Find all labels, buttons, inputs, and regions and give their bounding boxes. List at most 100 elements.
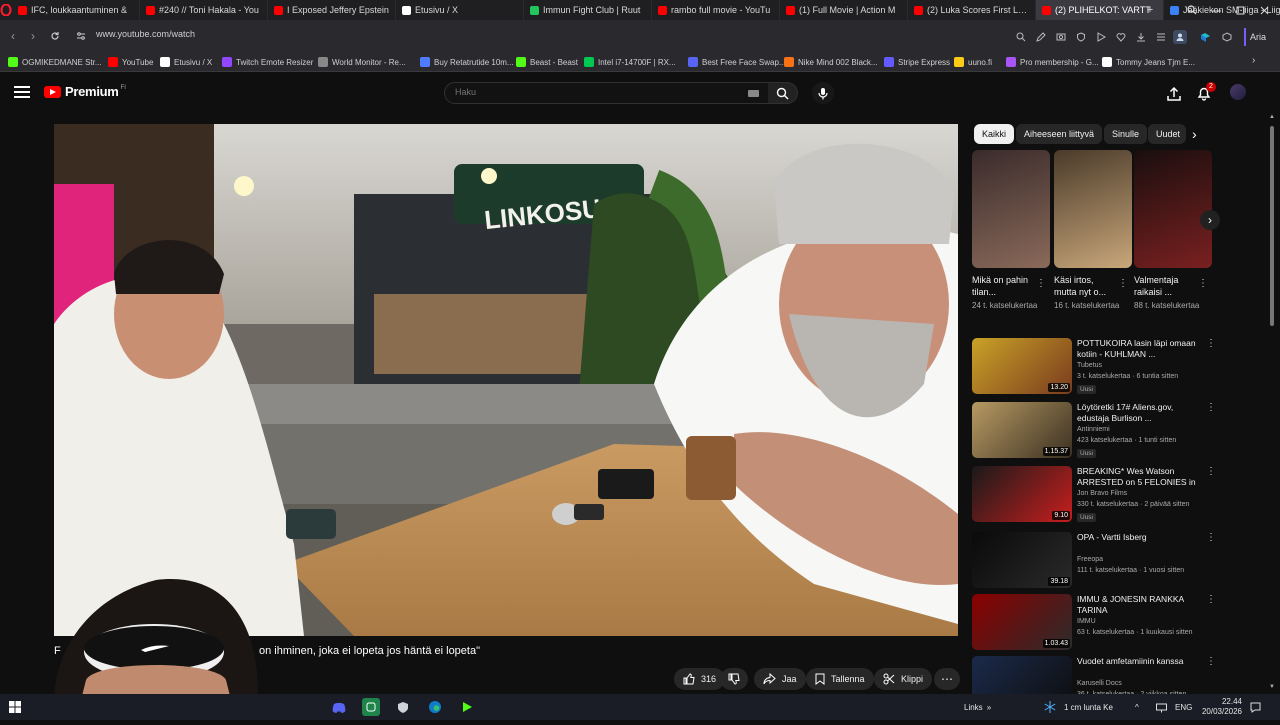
video-thumbnail[interactable]: 1.03.43 (972, 594, 1072, 650)
browser-tab[interactable]: (2) Luka Scores First Lake (908, 0, 1036, 20)
tray-overflow-icon[interactable]: ^ (1135, 694, 1139, 720)
bookmark-item[interactable]: Best Free Face Swap... (688, 55, 786, 69)
forward-button[interactable]: › (22, 25, 44, 47)
minimize-button[interactable] (1204, 0, 1228, 20)
short-title[interactable]: Käsi irtos, mutta nyt o... (1054, 274, 1116, 298)
bookmark-item[interactable]: World Monitor - Re... (318, 55, 406, 69)
bookmark-item[interactable]: Nike Mind 002 Black... (784, 55, 878, 69)
scroll-down-icon[interactable]: ▼ (1269, 684, 1275, 690)
scroll-up-icon[interactable]: ▲ (1269, 114, 1275, 120)
search-button[interactable] (768, 82, 798, 104)
video-more-icon[interactable]: ⋮ (1206, 466, 1216, 477)
filter-chip[interactable]: Aiheeseen liittyvä (1016, 124, 1103, 144)
tab-search-icon[interactable] (1180, 0, 1204, 20)
short-thumbnail[interactable] (972, 150, 1050, 268)
video-title[interactable]: POTTUKOIRA lasin läpi omaan kotiin - KUH… (1077, 338, 1199, 360)
bookmark-item[interactable]: Tommy Jeans Tjm E... (1102, 55, 1195, 69)
url-field[interactable]: www.youtube.com/watch (96, 29, 195, 39)
bookmark-item[interactable]: YouTube (108, 55, 153, 69)
account-avatar[interactable] (1230, 84, 1246, 100)
short-title[interactable]: Valmentaja raikaisi ... (1134, 274, 1196, 298)
windows-start-icon[interactable] (6, 698, 24, 716)
bookmark-item[interactable]: Buy Retatrutide 10m... (420, 55, 514, 69)
video-title[interactable]: OPA - Vartti Isberg (1077, 532, 1199, 543)
channel-name[interactable]: Karuselli Docs (1077, 680, 1122, 687)
dislike-button[interactable] (720, 668, 748, 690)
video-thumbnail[interactable]: 13.20 (972, 338, 1072, 394)
short-card[interactable]: Mikä on pahin tilan... 24 t. katselukerta… (972, 150, 1050, 311)
voice-search-button[interactable] (812, 82, 834, 104)
upload-icon[interactable] (1166, 86, 1182, 102)
hamburger-menu-icon[interactable] (14, 86, 30, 100)
bookmark-item[interactable]: Etusivu / X (160, 55, 212, 69)
back-button[interactable]: ‹ (2, 25, 24, 47)
short-more-icon[interactable]: ⋮ (1198, 278, 1208, 289)
page-scrollbar[interactable] (1268, 114, 1276, 694)
filter-chip[interactable]: Sinulle (1104, 124, 1148, 144)
scrollbar-thumb[interactable] (1270, 126, 1274, 326)
filter-chip[interactable]: Kaikki (974, 124, 1015, 144)
clip-button[interactable]: Klippi (874, 668, 933, 690)
bookmark-item[interactable]: Intel i7-14700F | RX... (584, 55, 676, 69)
recommended-video[interactable]: 1.15.37 Löytöretki 17# Aliens.gov, edusta… (972, 402, 1216, 460)
save-button[interactable]: Tallenna (806, 668, 874, 690)
weather-widget[interactable]: 1 cm lunta Ke (1044, 694, 1113, 720)
recommended-video[interactable]: 9.10 BREAKING* Wes Watson ARRESTED on 5 F… (972, 466, 1216, 524)
new-tab-button[interactable]: + (1138, 0, 1162, 20)
profile-icon[interactable] (1173, 30, 1187, 44)
browser-tab[interactable]: rambo full movie - YouTu (652, 0, 780, 20)
recommended-video[interactable]: 39.18 OPA - Vartti Isberg Freeopa 111 t. ka… (972, 532, 1216, 590)
edge-browser-icon[interactable] (426, 698, 444, 716)
search-input[interactable] (455, 87, 735, 97)
short-more-icon[interactable]: ⋮ (1118, 278, 1128, 289)
bookmark-item[interactable]: Stripe Express (884, 55, 950, 69)
video-title[interactable]: IMMU & JONESIN RANKKA TARINA (1077, 594, 1199, 616)
shield-icon[interactable] (1074, 30, 1088, 44)
like-button[interactable]: 316 (674, 668, 726, 690)
edit-icon[interactable] (1034, 30, 1048, 44)
browser-tab[interactable]: Etusivu / X (396, 0, 524, 20)
bookmark-item[interactable]: Pro membership - G... (1006, 55, 1099, 69)
shorts-next-button[interactable]: › (1200, 210, 1220, 230)
video-thumbnail[interactable]: 9.10 (972, 466, 1072, 522)
bookmark-item[interactable]: uuno.fi (954, 55, 992, 69)
short-thumbnail[interactable] (1054, 150, 1132, 268)
browser-tab[interactable]: (1) Full Movie | Action M (780, 0, 908, 20)
heart-icon[interactable] (1114, 30, 1128, 44)
short-thumbnail[interactable] (1134, 150, 1212, 268)
channel-name[interactable]: Antinniemi (1077, 426, 1110, 433)
browser-tab[interactable]: Immun Fight Club | Ruut (524, 0, 652, 20)
video-more-icon[interactable]: ⋮ (1206, 656, 1216, 667)
short-card[interactable]: Käsi irtos, mutta nyt o... 16 t. katseluk… (1054, 150, 1132, 311)
channel-name[interactable]: Freeopa (1077, 556, 1103, 563)
twitch-tools-icon[interactable] (1198, 30, 1212, 44)
filter-chip[interactable]: Uudet (1148, 124, 1186, 144)
keyboard-icon[interactable] (748, 90, 759, 97)
maximize-button[interactable] (1228, 0, 1252, 20)
streaming-app-icon[interactable] (458, 698, 476, 716)
notification-center-icon[interactable] (1250, 694, 1261, 720)
recommended-video[interactable]: 1.03.43 IMMU & JONESIN RANKKA TARINA IMMU 6… (972, 594, 1216, 652)
recommended-video[interactable]: 13.20 POTTUKOIRA lasin läpi omaan kotiin … (972, 338, 1216, 396)
browser-tab[interactable]: I Exposed Jeffery Epstein (268, 0, 396, 20)
video-title[interactable]: Vuodet amfetamiinin kanssa (1077, 656, 1199, 667)
bookmark-item[interactable]: Twitch Emote Resizer (222, 55, 313, 69)
extensions-icon[interactable] (1220, 30, 1234, 44)
close-window-button[interactable] (1252, 0, 1276, 20)
video-thumbnail[interactable]: 39.18 (972, 532, 1072, 588)
youtube-premium-logo[interactable]: Premium FI (44, 84, 126, 99)
chips-next-icon[interactable]: › (1192, 126, 1197, 142)
video-more-icon[interactable]: ⋮ (1206, 532, 1216, 543)
browser-tab[interactable]: IFC, loukkaantuminen & (12, 0, 140, 20)
play-icon[interactable] (1094, 30, 1108, 44)
short-card[interactable]: Valmentaja raikaisi ... 88 t. katselukert… (1134, 150, 1212, 311)
video-title[interactable]: Löytöretki 17# Aliens.gov, edustaja Burl… (1077, 402, 1199, 424)
bookmark-item[interactable]: Beast - Beast (516, 55, 578, 69)
video-more-icon[interactable]: ⋮ (1206, 402, 1216, 413)
browser-tab[interactable]: #240 // Toni Hakala - You (140, 0, 268, 20)
bookmark-item[interactable]: OGMIKEDMANE Str... (8, 55, 102, 69)
clock[interactable]: 22.44 20/03/2026 (1200, 694, 1242, 720)
search-page-icon[interactable] (1014, 30, 1028, 44)
opera-menu-icon[interactable] (0, 0, 12, 20)
video-title[interactable]: BREAKING* Wes Watson ARRESTED on 5 FELON… (1077, 466, 1199, 488)
